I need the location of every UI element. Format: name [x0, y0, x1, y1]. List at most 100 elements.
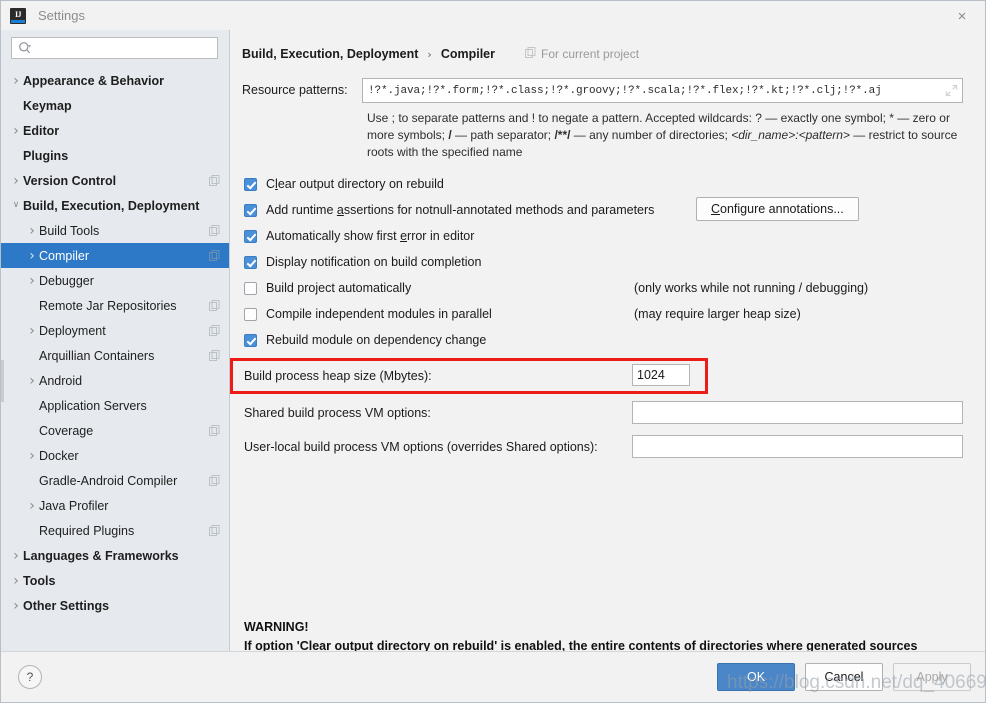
sidebar-item-label: Deployment [39, 323, 106, 338]
sidebar-item-label: Other Settings [23, 598, 110, 613]
search-input[interactable] [37, 40, 211, 56]
checkbox-add-runtime-assertions-for-notnull-annotat[interactable] [244, 203, 257, 217]
sidebar-item-coverage[interactable]: ›Coverage [1, 418, 229, 443]
hint-line-2c: — path separator; [451, 128, 555, 142]
sidebar-item-required-plugins[interactable]: ›Required Plugins [1, 518, 229, 543]
hint-globstar: /**/ [554, 128, 571, 142]
chevron-right-icon[interactable]: › [25, 224, 39, 238]
apply-button[interactable]: Apply [893, 663, 971, 691]
checkbox-automatically-show-first-error-in-editor[interactable] [244, 229, 257, 243]
checkbox-label[interactable]: Compile independent modules in parallel [266, 307, 492, 321]
configure-annotations-label: onfigure annotations... [720, 202, 844, 216]
hint-line-2g: — restrict to source [849, 128, 958, 142]
sidebar-item-arquillian-containers[interactable]: ›Arquillian Containers [1, 343, 229, 368]
checkbox-build-project-automatically[interactable] [244, 281, 257, 295]
resource-patterns-value[interactable]: !?*.java;!?*.form;!?*.class;!?*.groovy;!… [368, 85, 941, 97]
sidebar-item-appearance-behavior[interactable]: › Appearance & Behavior [1, 68, 229, 93]
sidebar-item-editor[interactable]: › Editor [1, 118, 229, 143]
chevron-right-icon[interactable]: › [9, 574, 23, 588]
sidebar-item-docker[interactable]: › Docker [1, 443, 229, 468]
project-scope-icon [209, 475, 220, 486]
sidebar-item-compiler[interactable]: › Compiler [1, 243, 229, 268]
sidebar-item-label: Tools [23, 573, 56, 588]
shared-vm-options-row: Shared build process VM options: [244, 401, 973, 424]
sidebar-item-gradle-android-compiler[interactable]: ›Gradle-Android Compiler [1, 468, 229, 493]
checkbox-label[interactable]: Rebuild module on dependency change [266, 333, 486, 347]
checkbox-row: Automatically show first error in editor [244, 223, 973, 249]
checkbox-rebuild-module-on-dependency-change[interactable] [244, 333, 257, 347]
sidebar-item-keymap[interactable]: ›Keymap [1, 93, 229, 118]
sidebar-item-remote-jar-repositories[interactable]: ›Remote Jar Repositories [1, 293, 229, 318]
sidebar-item-deployment[interactable]: › Deployment [1, 318, 229, 343]
breadcrumb-separator-icon: › [427, 47, 432, 61]
sidebar-item-java-profiler[interactable]: › Java Profiler [1, 493, 229, 518]
project-scope-icon [209, 250, 220, 261]
chevron-right-icon[interactable]: › [25, 274, 39, 288]
checkbox-label-pre: C [266, 177, 276, 191]
project-scope-label: For current project [525, 47, 639, 61]
checkbox-display-notification-on-build-completion[interactable] [244, 255, 257, 269]
sidebar-item-other-settings[interactable]: › Other Settings [1, 593, 229, 618]
chevron-right-icon[interactable]: › [25, 449, 39, 463]
checkbox-label[interactable]: Build project automatically [266, 281, 411, 295]
hint-line-2a: more symbols; [367, 128, 449, 142]
compiler-settings-panel: Build, Execution, Deployment › Compiler … [230, 30, 985, 651]
sidebar-item-build-tools[interactable]: › Build Tools [1, 218, 229, 243]
chevron-right-icon[interactable]: › [9, 174, 23, 188]
checkbox-label[interactable]: Display notification on build completion [266, 255, 481, 269]
checkbox-label[interactable]: Clear output directory on rebuild [266, 177, 444, 191]
sidebar-item-plugins[interactable]: ›Plugins [1, 143, 229, 168]
checkbox-label[interactable]: Automatically show first error in editor [266, 229, 474, 243]
shared-vm-options-input[interactable] [632, 401, 963, 424]
checkbox-note: (only works while not running / debuggin… [634, 281, 869, 295]
checkbox-row: Add runtime assertions for notnull-annot… [244, 197, 973, 223]
heap-size-input[interactable] [632, 364, 690, 386]
sidebar-item-label: Keymap [23, 98, 72, 113]
checkbox-label-pre: Automatically show first [266, 229, 401, 243]
expand-icon[interactable] [945, 84, 958, 97]
ok-button[interactable]: OK [717, 663, 795, 691]
chevron-right-icon[interactable]: › [9, 549, 23, 563]
sidebar-item-android[interactable]: › Android [1, 368, 229, 393]
sidebar-item-debugger[interactable]: › Debugger [1, 268, 229, 293]
dialog-footer: ? OK Cancel Apply [1, 651, 985, 702]
checkbox-row: Clear output directory on rebuild [244, 171, 973, 197]
sidebar-item-build-execution-deployment[interactable]: ∨ Build, Execution, Deployment [1, 193, 229, 218]
hint-line-3: roots with the specified name [367, 145, 523, 159]
userlocal-vm-options-input[interactable] [632, 435, 963, 458]
configure-annotations-button[interactable]: Configure annotations... [696, 197, 859, 221]
checkbox-label[interactable]: Add runtime assertions for notnull-annot… [266, 203, 654, 217]
sidebar-item-label: Debugger [39, 273, 94, 288]
help-button[interactable]: ? [18, 665, 42, 689]
close-icon[interactable]: × [953, 7, 971, 25]
chevron-down-icon[interactable]: ∨ [9, 201, 23, 210]
cancel-button[interactable]: Cancel [805, 663, 883, 691]
sidebar-item-application-servers[interactable]: ›Application Servers [1, 393, 229, 418]
sidebar-item-label: Android [39, 373, 83, 388]
logo-accent-bar [11, 19, 25, 23]
checkbox-clear-output-directory-on-rebuild[interactable] [244, 177, 257, 191]
sidebar-item-label: Appearance & Behavior [23, 73, 165, 88]
chevron-right-icon[interactable]: › [9, 124, 23, 138]
resource-patterns-field[interactable]: !?*.java;!?*.form;!?*.class;!?*.groovy;!… [362, 78, 963, 103]
chevron-right-icon[interactable]: › [9, 599, 23, 613]
heap-size-label: Build process heap size (Mbytes): [244, 369, 432, 383]
checkbox-compile-independent-modules-in-parallel[interactable] [244, 307, 257, 321]
breadcrumb-parent[interactable]: Build, Execution, Deployment [242, 47, 418, 61]
chevron-right-icon[interactable]: › [25, 374, 39, 388]
chevron-right-icon[interactable]: › [25, 324, 39, 338]
sidebar-item-version-control[interactable]: › Version Control [1, 168, 229, 193]
search-box[interactable] [11, 37, 218, 59]
project-scope-text: For current project [541, 47, 640, 61]
checkbox-note: (may require larger heap size) [634, 307, 801, 321]
sidebar-item-tools[interactable]: › Tools [1, 568, 229, 593]
sidebar-item-languages-frameworks[interactable]: › Languages & Frameworks [1, 543, 229, 568]
warning-message: WARNING! If option 'Clear output directo… [244, 618, 971, 651]
chevron-right-icon[interactable]: › [25, 499, 39, 513]
chevron-right-icon[interactable]: › [9, 74, 23, 88]
checkbox-row: Rebuild module on dependency change [244, 327, 973, 353]
chevron-right-icon[interactable]: › [25, 249, 39, 263]
project-icon [525, 47, 536, 61]
warning-line-1: If option 'Clear output directory on reb… [244, 639, 918, 651]
checkbox-row: Compile independent modules in parallel (… [244, 301, 973, 327]
